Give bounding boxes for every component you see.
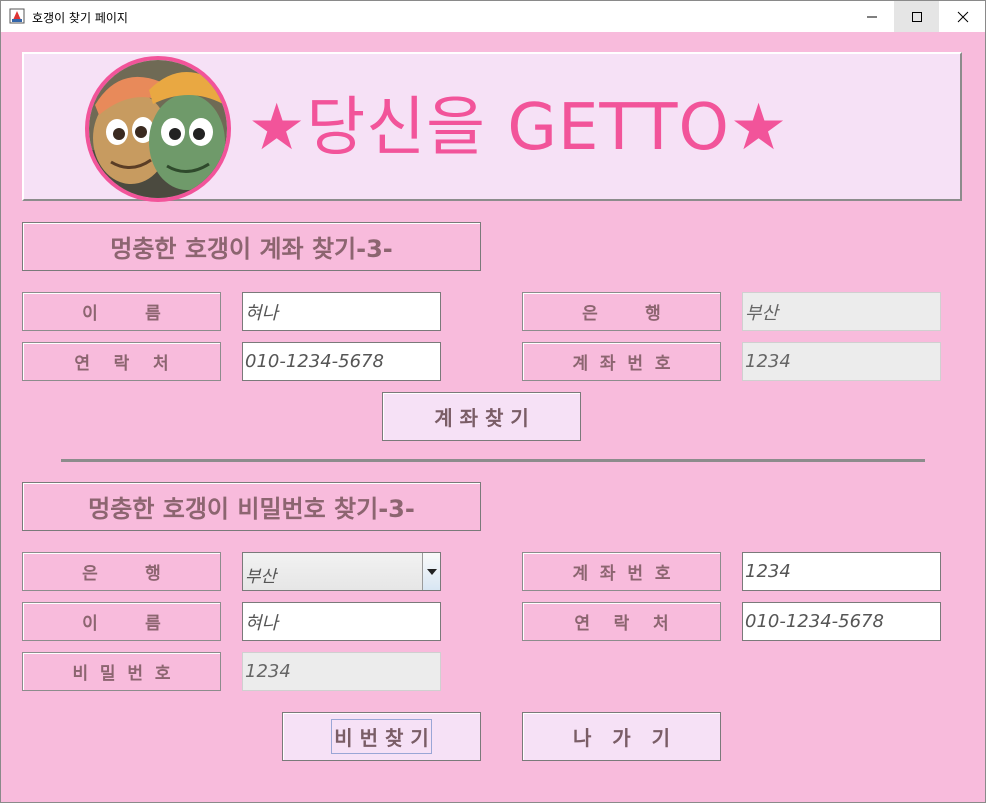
title-bar[interactable]: 호갱이 찾기 페이지 — [1, 1, 985, 32]
pw-phone-label: 연 락 처 — [522, 602, 721, 641]
minimize-icon — [866, 16, 877, 17]
account-number-label: 계 좌 번 호 — [522, 342, 721, 381]
close-button[interactable] — [940, 1, 985, 32]
pw-name-label: 이 름 — [22, 602, 221, 641]
password-label: 비 밀 번 호 — [22, 652, 221, 691]
bank-label: 은 행 — [522, 292, 721, 331]
phone-field[interactable]: 010-1234-5678 — [242, 342, 441, 381]
pw-name-field[interactable]: 혀나 — [242, 602, 441, 641]
account-search-heading: 멍충한 호갱이 계좌 찾기-3- — [22, 222, 481, 271]
find-account-button[interactable]: 계 좌 찾 기 — [382, 392, 581, 441]
exit-button[interactable]: 나 가 기 — [522, 712, 721, 761]
java-app-icon — [9, 8, 25, 24]
pw-account-number-label: 계 좌 번 호 — [522, 552, 721, 591]
chevron-down-icon — [426, 568, 437, 575]
bank-result-field: 부산 — [742, 292, 941, 331]
window-title: 호갱이 찾기 페이지 — [32, 11, 128, 25]
section-divider — [61, 459, 925, 462]
minimize-button[interactable] — [849, 1, 894, 32]
close-icon — [957, 11, 968, 22]
password-search-heading: 멍충한 호갱이 비밀번호 찾기-3- — [22, 482, 481, 531]
maximize-icon — [911, 11, 922, 22]
phone-label: 연 락 처 — [22, 342, 221, 381]
name-label: 이 름 — [22, 292, 221, 331]
pw-account-number-field[interactable]: 1234 — [742, 552, 941, 591]
dropdown-arrow-button[interactable] — [422, 553, 440, 590]
account-number-result-field: 1234 — [742, 342, 941, 381]
header-banner: ★당신을 GETTO★ — [22, 52, 962, 202]
maximize-button[interactable] — [894, 1, 939, 32]
password-result-field: 1234 — [242, 652, 441, 691]
bank-select[interactable]: 부산 — [242, 552, 441, 591]
name-field[interactable]: 혀나 — [242, 292, 441, 331]
app-window: 호갱이 찾기 페이지 ★당신을 GETTO★ 멍충한 호갱이 계좌 찾기-3- … — [0, 0, 986, 803]
two-cartoon-turtles-avatar — [85, 56, 231, 202]
bank-select-value: 부산 — [245, 567, 277, 587]
banner-title: ★당신을 GETTO★ — [248, 91, 789, 165]
pw-phone-field[interactable]: 010-1234-5678 — [742, 602, 941, 641]
find-password-button[interactable]: 비 번 찾 기 — [282, 712, 481, 761]
find-password-button-label: 비 번 찾 기 — [331, 719, 432, 754]
main-content: ★당신을 GETTO★ 멍충한 호갱이 계좌 찾기-3- 이 름 혀나 은 행 … — [1, 32, 985, 802]
bank-select-label: 은 행 — [22, 552, 221, 591]
